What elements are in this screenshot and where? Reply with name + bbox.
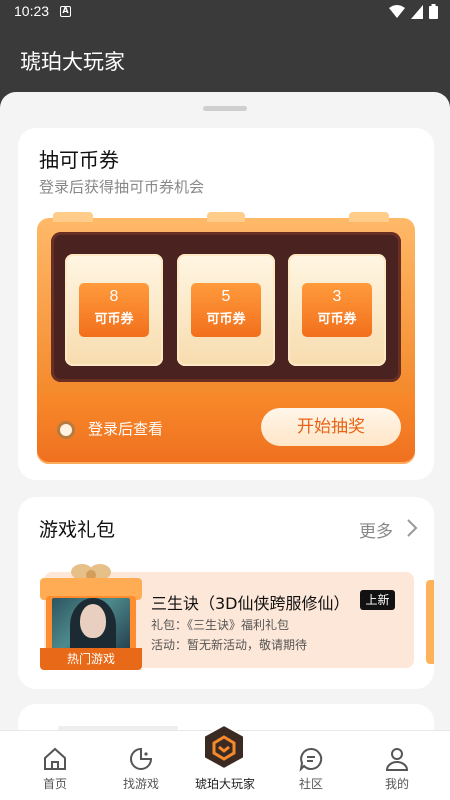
coupon-value: 5 bbox=[221, 288, 231, 305]
machine-bottom: 登录后查看 开始抽奖 bbox=[37, 394, 415, 464]
machine-knob bbox=[349, 212, 389, 222]
login-view-icon[interactable] bbox=[57, 421, 75, 439]
cover-art-face bbox=[80, 604, 106, 638]
machine-window: 8 可币券 5 可币券 3 可币券 bbox=[51, 232, 401, 382]
machine-knob bbox=[53, 212, 93, 222]
nav-find-games-label: 找游戏 bbox=[122, 777, 159, 791]
gifts-title: 游戏礼包 bbox=[39, 519, 116, 541]
nav-profile[interactable]: 我的 bbox=[352, 731, 442, 800]
gift-package-line: 礼包：《三生诀》福利礼包 bbox=[151, 618, 290, 632]
coupon-label: 可币券 bbox=[317, 312, 357, 327]
notification-icon: A bbox=[60, 6, 71, 17]
content-sheet[interactable]: 抽可币券 登录后获得抽可币券机会 8 可币券 5 可币券 3 可币券 登录后查看… bbox=[0, 92, 450, 800]
nav-community[interactable]: 社区 bbox=[266, 731, 356, 800]
coupon-ticket-face: 3 可币券 bbox=[302, 283, 372, 337]
profile-icon bbox=[385, 748, 409, 771]
nav-find-games[interactable]: 找游戏 bbox=[96, 731, 186, 800]
coupon-ticket-face: 5 可币券 bbox=[191, 283, 261, 337]
hot-game-label: 热门游戏 bbox=[40, 648, 142, 670]
nav-amber-player[interactable]: 琥珀大玩家 bbox=[180, 723, 270, 800]
wifi-icon bbox=[389, 4, 405, 18]
gift-activity-line: 活动：暂无新活动，敬请期待 bbox=[151, 638, 308, 652]
login-view-link[interactable]: 登录后查看 bbox=[88, 418, 163, 439]
gift-box-image: 热门游戏 bbox=[40, 560, 142, 672]
new-badge: 上新 bbox=[360, 590, 395, 610]
game-search-icon bbox=[130, 747, 153, 770]
sheet-drag-handle[interactable] bbox=[203, 106, 247, 111]
lottery-card: 抽可币券 登录后获得抽可币券机会 8 可币券 5 可币券 3 可币券 登录后查看… bbox=[18, 128, 434, 480]
coupon-label: 可币券 bbox=[206, 312, 246, 327]
status-time: 10:23 bbox=[14, 3, 50, 19]
nav-profile-label: 我的 bbox=[384, 777, 409, 791]
nav-amber-player-label: 琥珀大玩家 bbox=[194, 777, 255, 791]
chat-icon bbox=[299, 747, 323, 772]
lottery-machine: 8 可币券 5 可币券 3 可币券 登录后查看 开始抽奖 bbox=[37, 212, 415, 464]
status-right bbox=[389, 4, 438, 19]
coupon-value: 3 bbox=[332, 288, 342, 305]
gifts-more-link[interactable]: 更多 bbox=[359, 517, 393, 542]
nav-community-label: 社区 bbox=[298, 777, 323, 791]
app-header: 琥珀大玩家 bbox=[0, 24, 450, 96]
lottery-title: 抽可币券 bbox=[39, 148, 119, 172]
home-icon bbox=[44, 747, 66, 770]
signal-icon bbox=[411, 4, 423, 19]
coupon-ticket: 3 可币券 bbox=[288, 254, 386, 366]
machine-knob bbox=[207, 212, 245, 222]
nav-home[interactable]: 首页 bbox=[10, 731, 100, 800]
start-draw-button[interactable]: 开始抽奖 bbox=[261, 408, 401, 446]
game-cover-art bbox=[52, 598, 130, 654]
battery-icon bbox=[429, 4, 438, 19]
status-bar: 10:23 A bbox=[0, 0, 450, 24]
nav-home-label: 首页 bbox=[42, 777, 67, 791]
coupon-value: 8 bbox=[109, 288, 119, 305]
chevron-right-icon[interactable] bbox=[402, 517, 422, 539]
next-gift-peek[interactable] bbox=[426, 580, 434, 664]
app-title: 琥珀大玩家 bbox=[20, 50, 125, 74]
lottery-subtitle: 登录后获得抽可币券机会 bbox=[39, 178, 205, 196]
machine-top: 8 可币券 5 可币券 3 可币券 bbox=[37, 212, 415, 394]
app-logo-icon bbox=[203, 723, 245, 771]
coupon-ticket-face: 8 可币券 bbox=[79, 283, 149, 337]
coupon-label: 可币券 bbox=[94, 312, 134, 327]
coupon-ticket: 5 可币券 bbox=[177, 254, 275, 366]
gift-game-name: 三生诀（3D仙侠跨服修仙） bbox=[151, 594, 350, 613]
coupon-ticket: 8 可币券 bbox=[65, 254, 163, 366]
bottom-navigation: 首页 找游戏 琥珀大玩家 社区 我的 bbox=[0, 723, 450, 800]
